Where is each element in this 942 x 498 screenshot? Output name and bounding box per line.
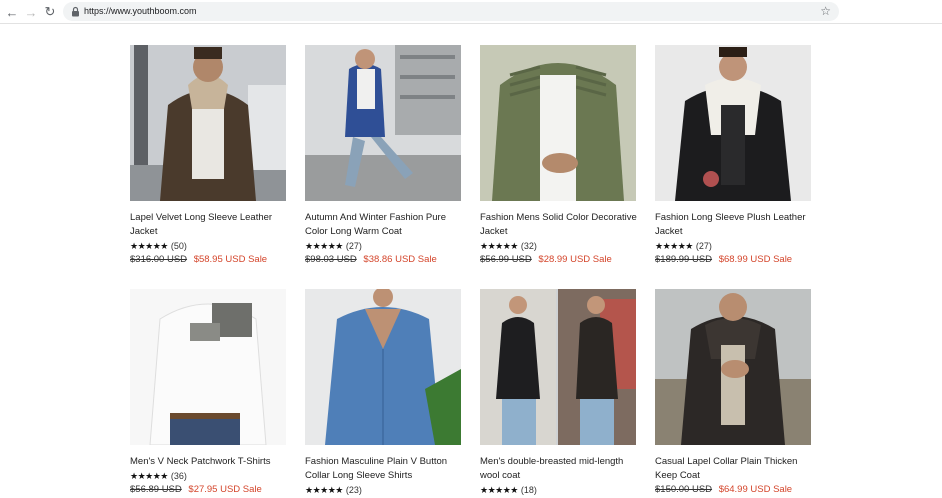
product-title[interactable]: Casual Lapel Collar Plain Thicken Keep C…	[655, 455, 815, 483]
product-image[interactable]	[305, 289, 461, 445]
review-count: (36)	[170, 471, 187, 481]
rating-stars-icon: ★★★★★	[305, 241, 343, 251]
product-image[interactable]	[130, 289, 286, 445]
old-price: $189.99 USD	[655, 254, 713, 265]
product-title[interactable]: Fashion Mens Solid Color Decorative Jack…	[480, 211, 640, 239]
rating: ★★★★★ (27)	[305, 240, 362, 252]
price: $316.00 USD $58.95 USD Sale	[130, 254, 267, 266]
arrow-left-icon[interactable]: ←	[3, 3, 21, 21]
rating: ★★★★★ (36)	[130, 470, 187, 482]
sale-price: $58.95 USD Sale	[193, 254, 268, 265]
browser-toolbar: ← → ↻ https://www.youthboom.com ☆	[0, 0, 942, 24]
sale-price: $68.99 USD Sale	[718, 254, 793, 265]
arrow-right-icon[interactable]: →	[22, 3, 40, 21]
review-count: (27)	[695, 241, 712, 251]
review-count: (50)	[170, 241, 187, 251]
product-image[interactable]	[480, 289, 636, 445]
old-price: $316.00 USD	[130, 254, 188, 265]
product-image[interactable]	[305, 45, 461, 201]
bookmark-star-icon[interactable]: ☆	[820, 3, 831, 19]
rating: ★★★★★ (27)	[655, 240, 712, 252]
review-count: (27)	[345, 241, 362, 251]
product-title[interactable]: Autumn And Winter Fashion Pure Color Lon…	[305, 211, 465, 239]
rating: ★★★★★ (18)	[480, 484, 537, 496]
review-count: (18)	[520, 485, 537, 495]
old-price: $150.00 USD	[655, 484, 713, 495]
rating-stars-icon: ★★★★★	[655, 241, 693, 251]
rating-stars-icon: ★★★★★	[130, 471, 168, 481]
price: $150.00 USD $64.99 USD Sale	[655, 484, 792, 496]
product-title[interactable]: Men's V Neck Patchwork T-Shirts	[130, 455, 290, 469]
product-image[interactable]	[480, 45, 636, 201]
sale-price: $64.99 USD Sale	[718, 484, 793, 495]
rating: ★★★★★ (50)	[130, 240, 187, 252]
rating-stars-icon: ★★★★★	[130, 241, 168, 251]
reload-icon[interactable]: ↻	[41, 3, 59, 21]
product-title[interactable]: Fashion Masculine Plain V Button Collar …	[305, 455, 465, 483]
rating-stars-icon: ★★★★★	[305, 485, 343, 495]
sale-price: $38.86 USD Sale	[363, 254, 437, 265]
rating-stars-icon: ★★★★★	[480, 241, 518, 251]
old-price: $56.99 USD	[480, 254, 532, 265]
product-image[interactable]	[655, 45, 811, 201]
price: $98.03 USD $38.86 USD Sale	[305, 254, 437, 266]
product-image[interactable]	[130, 45, 286, 201]
rating-stars-icon: ★★★★★	[480, 485, 518, 495]
product-title[interactable]: Men's double-breasted mid-length wool co…	[480, 455, 640, 483]
rating: ★★★★★ (32)	[480, 240, 537, 252]
price: $56.99 USD $28.99 USD Sale	[480, 254, 612, 266]
sale-price: $28.99 USD Sale	[538, 254, 612, 265]
product-title[interactable]: Lapel Velvet Long Sleeve Leather Jacket	[130, 211, 290, 239]
product-image[interactable]	[655, 289, 811, 445]
price: $56.89 USD $27.95 USD Sale	[130, 484, 262, 496]
rating: ★★★★★ (23)	[305, 484, 362, 496]
sale-price: $27.95 USD Sale	[188, 484, 262, 495]
address-bar[interactable]: https://www.youthboom.com ☆	[63, 2, 839, 21]
review-count: (23)	[345, 485, 362, 495]
old-price: $56.89 USD	[130, 484, 182, 495]
price: $189.99 USD $68.99 USD Sale	[655, 254, 792, 266]
lock-icon[interactable]	[70, 6, 81, 17]
old-price: $98.03 USD	[305, 254, 357, 265]
url-text[interactable]: https://www.youthboom.com	[84, 4, 197, 19]
review-count: (32)	[520, 241, 537, 251]
product-title[interactable]: Fashion Long Sleeve Plush Leather Jacket	[655, 211, 815, 239]
